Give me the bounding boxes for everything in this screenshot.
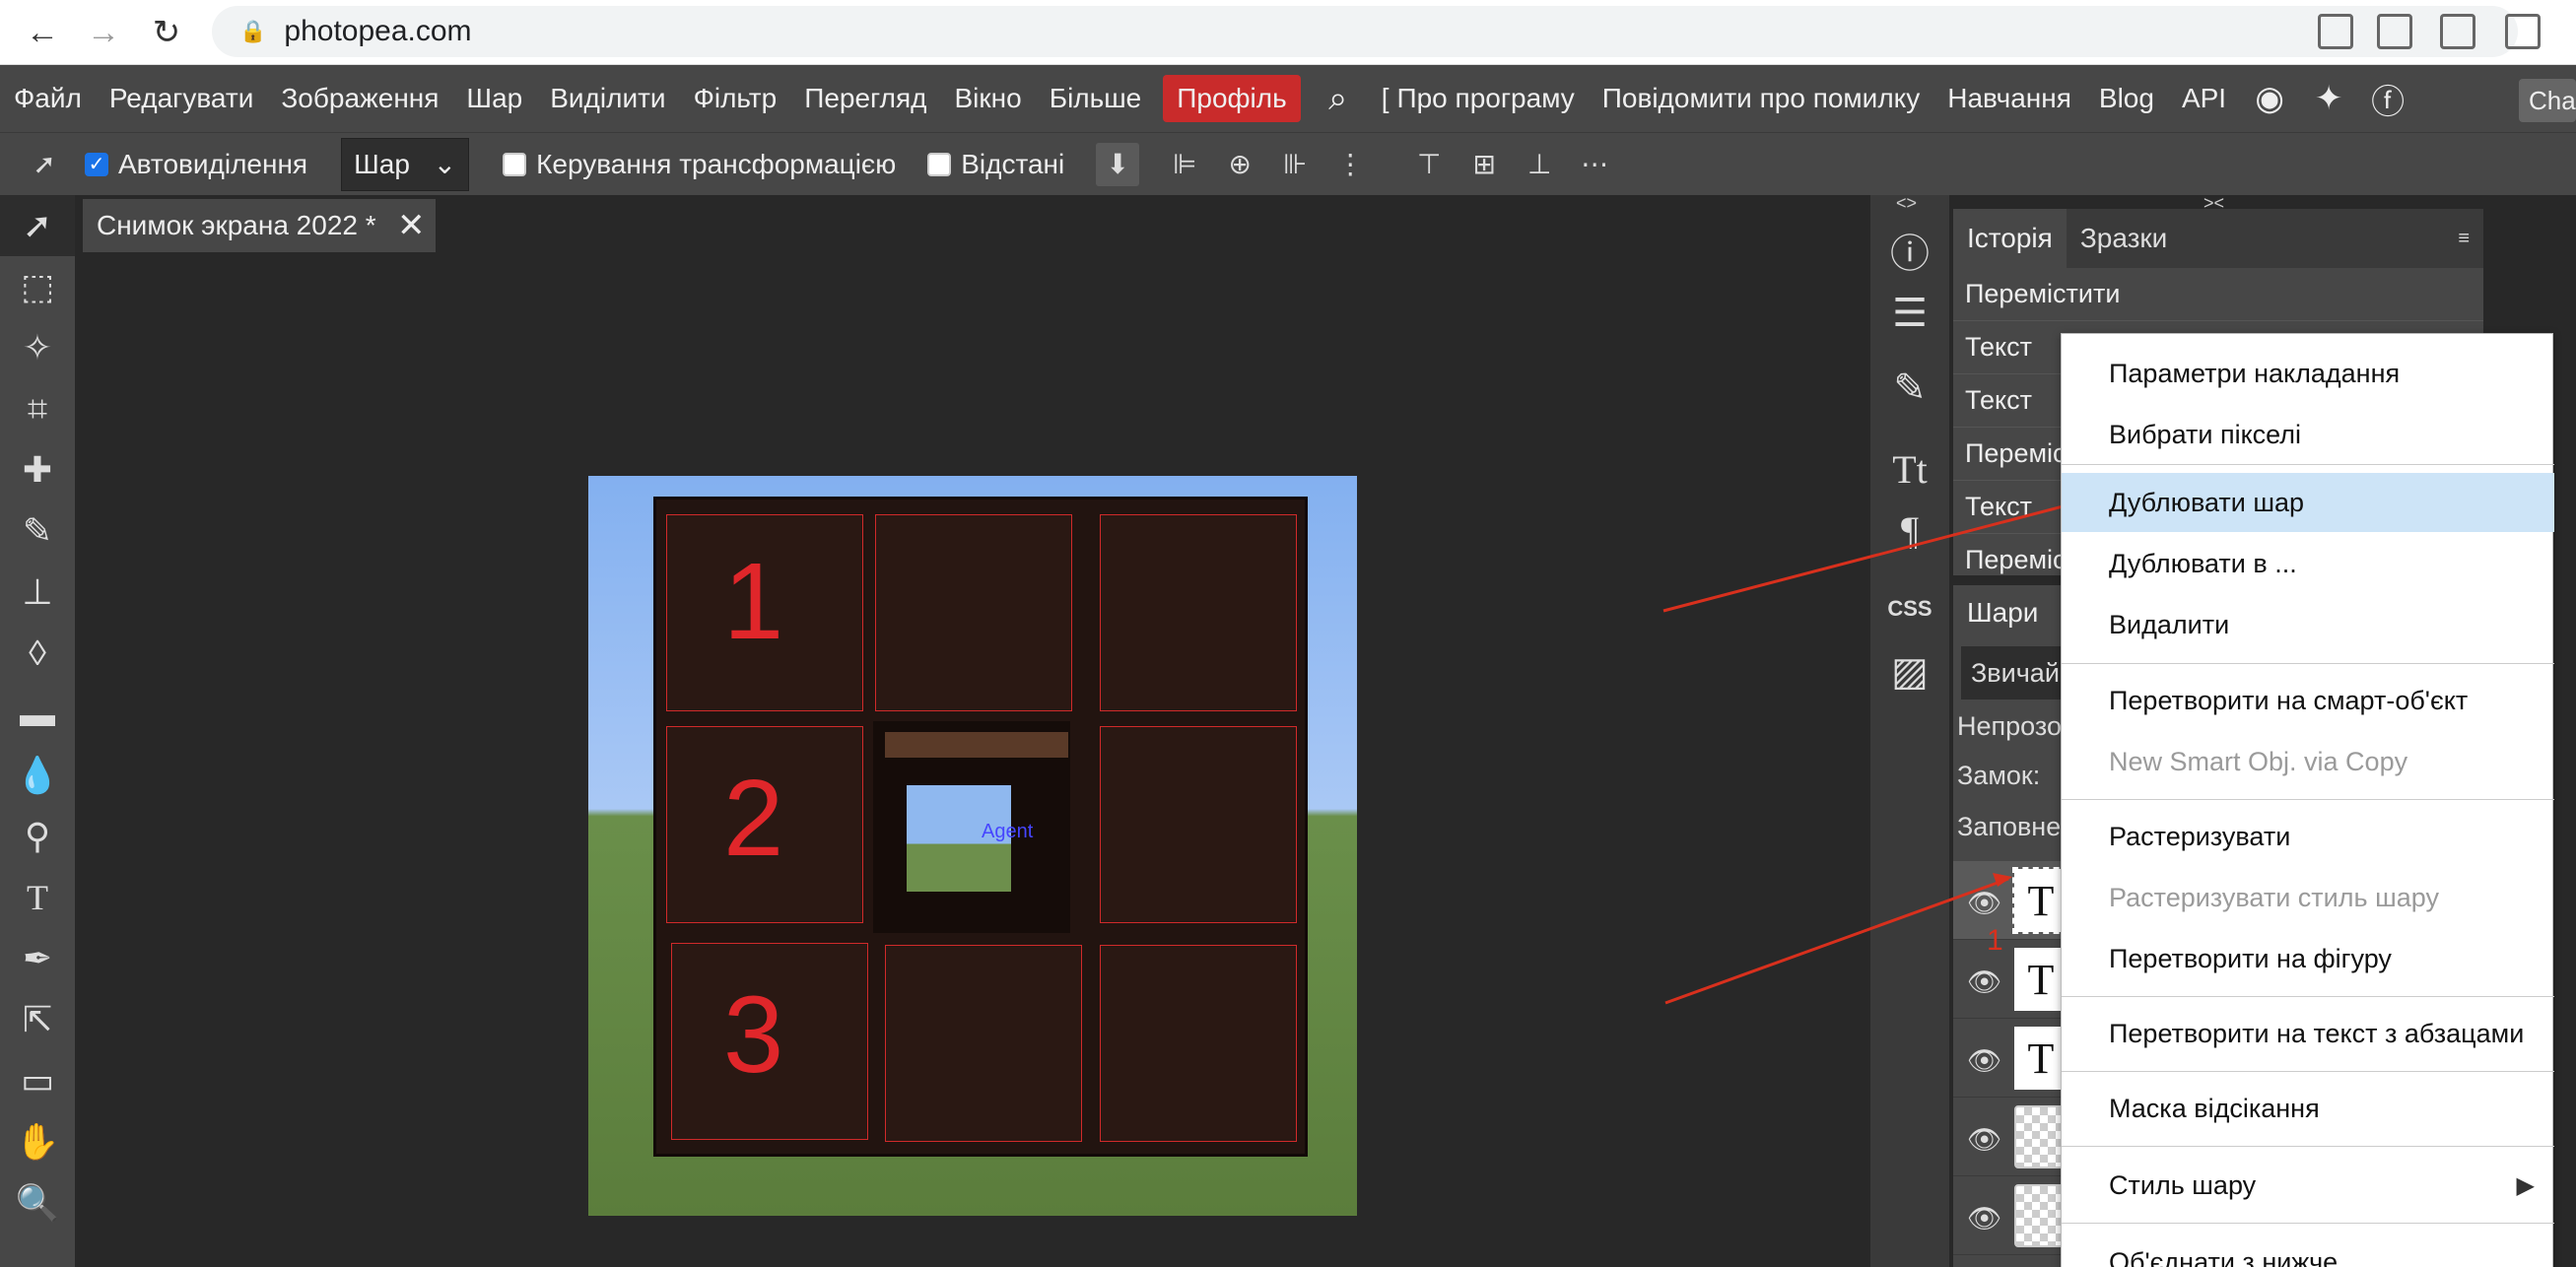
- menu-separator: [2062, 1223, 2554, 1224]
- submenu-arrow-icon: ▶: [2516, 1171, 2535, 1199]
- menu-item-clipping-mask[interactable]: Маска відсікання: [2062, 1079, 2554, 1138]
- menu-item-duplicate-layer[interactable]: Дублювати шар: [2062, 473, 2554, 532]
- menu-item-select-pixels[interactable]: Вибрати пікселі: [2062, 405, 2554, 464]
- menu-separator: [2062, 464, 2554, 465]
- menu-item-duplicate-into[interactable]: Дублювати в ...: [2062, 534, 2554, 593]
- menu-item-merge-down[interactable]: Об'єднати з нижче: [2062, 1233, 2554, 1267]
- menu-item-new-smart-obj-via-copy: New Smart Obj. via Copy: [2109, 746, 2408, 776]
- annotation-label-1: 1: [1987, 924, 2003, 957]
- menu-separator: [2062, 1146, 2554, 1147]
- menu-item-delete[interactable]: Видалити: [2062, 595, 2554, 654]
- arrow-1-line: [1664, 877, 2009, 1005]
- menu-item-layer-style[interactable]: Стиль шару ▶: [2062, 1156, 2554, 1215]
- menu-item-rasterize[interactable]: Растеризувати: [2062, 807, 2554, 866]
- menu-item-convert-to-shape[interactable]: Перетворити на фігуру: [2062, 929, 2554, 988]
- menu-item-blending-options[interactable]: Параметри накладання: [2062, 344, 2554, 403]
- menu-separator: [2062, 799, 2554, 800]
- layer-context-menu: Параметри накладання Вибрати пікселі Дуб…: [2061, 333, 2554, 1267]
- menu-separator: [2062, 663, 2554, 664]
- menu-item-convert-to-paragraph-text[interactable]: Перетворити на текст з абзацами: [2062, 1004, 2554, 1063]
- menu-item-rasterize-layer-style: Растеризувати стиль шару: [2109, 882, 2439, 912]
- arrow-2-line: [1662, 498, 2090, 613]
- menu-item-convert-smart-object[interactable]: Перетворити на смарт-об'єкт: [2062, 671, 2554, 730]
- layer-style-label: Стиль шару: [2109, 1169, 2257, 1200]
- menu-separator: [2062, 996, 2554, 997]
- menu-separator: [2062, 1071, 2554, 1072]
